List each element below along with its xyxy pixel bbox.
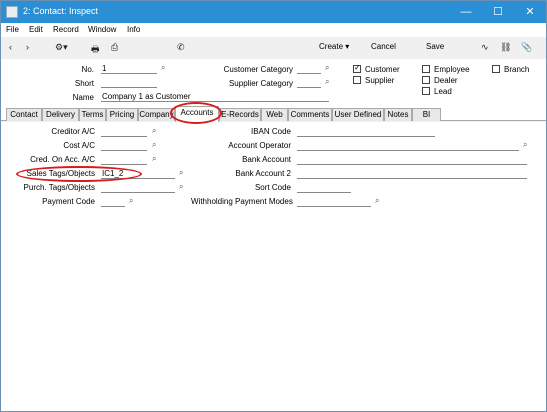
paste-special-icon[interactable]: ⌕ — [523, 140, 527, 150]
purch-tags-label: Purch. Tags/Objects — [23, 183, 95, 192]
menu-edit[interactable]: Edit — [29, 25, 43, 34]
lead-checkbox[interactable] — [422, 87, 430, 95]
checkmark-icon: ✓ — [354, 63, 361, 72]
minimize-button[interactable]: — — [450, 1, 482, 23]
supplier-category-field[interactable] — [297, 78, 321, 88]
paste-special-icon[interactable]: ⌕ — [179, 168, 183, 178]
employee-checkbox[interactable] — [422, 65, 430, 73]
short-field[interactable] — [101, 78, 157, 88]
menu-info[interactable]: Info — [127, 25, 140, 34]
account-operator-field[interactable] — [297, 141, 519, 151]
customer-category-label: Customer Category — [223, 65, 293, 74]
tab-web[interactable]: Web — [261, 108, 288, 121]
paste-special-icon[interactable]: ⌕ — [152, 140, 156, 150]
tab-terms[interactable]: Terms — [79, 108, 106, 121]
link-icon[interactable]: ⛓ — [500, 42, 511, 53]
customer-checkbox-label: Customer — [365, 65, 400, 74]
withholding-payment-modes-label: Withholding Payment Modes — [191, 197, 293, 206]
tab-bar: Contact Delivery Terms Pricing Company A… — [1, 105, 546, 122]
close-button[interactable]: ✕ — [514, 1, 546, 23]
contact-inspect-window: 2: Contact: Inspect — ☐ ✕ File Edit Reco… — [0, 0, 547, 412]
no-label: No. — [81, 65, 94, 74]
account-operator-label: Account Operator — [228, 141, 291, 150]
employee-checkbox-label: Employee — [434, 65, 470, 74]
paste-special-icon[interactable]: ⌕ — [161, 63, 165, 73]
toolbar: ‹ › ⚙▾ 🖶 ⎙ ✆ Create ▾ Cancel Save ∿ ⛓ 📎 — [1, 37, 546, 59]
branch-checkbox-label: Branch — [504, 65, 530, 74]
app-icon — [6, 6, 18, 18]
menu-file[interactable]: File — [6, 25, 19, 34]
short-label: Short — [74, 79, 94, 88]
tab-bi[interactable]: BI — [412, 108, 441, 121]
save-button[interactable]: Save — [426, 42, 444, 51]
paste-special-icon[interactable]: ⌕ — [325, 63, 329, 73]
paste-special-icon[interactable]: ⌕ — [129, 196, 133, 206]
paste-special-icon[interactable]: ⌕ — [325, 77, 329, 87]
supplier-checkbox[interactable] — [353, 76, 361, 84]
sort-code-field[interactable] — [297, 183, 351, 193]
bank-account-label: Bank Account — [242, 155, 291, 164]
next-record-icon[interactable]: › — [26, 42, 29, 52]
print-icon[interactable]: 🖶 — [91, 42, 100, 58]
accounts-tab-highlight — [170, 102, 222, 124]
creditor-ac-field[interactable] — [101, 127, 147, 137]
cancel-button[interactable]: Cancel — [371, 42, 396, 51]
phone-icon[interactable]: ✆ — [177, 42, 185, 53]
name-label: Name — [72, 93, 94, 102]
creditor-ac-label: Creditor A/C — [51, 127, 95, 136]
activity-icon[interactable]: ∿ — [481, 42, 489, 53]
attachment-icon[interactable]: 📎 — [521, 42, 532, 53]
tab-contact[interactable]: Contact — [6, 108, 42, 121]
bank-account-2-field[interactable] — [297, 169, 527, 179]
paste-special-icon[interactable]: ⌕ — [375, 196, 379, 206]
previous-record-icon[interactable]: ‹ — [9, 42, 12, 52]
cred-on-acc-field[interactable] — [101, 155, 147, 165]
customer-category-field[interactable] — [297, 64, 321, 74]
cred-on-acc-label: Cred. On Acc. A/C — [30, 155, 95, 164]
supplier-category-label: Supplier Category — [228, 79, 293, 88]
payment-code-label: Payment Code — [42, 197, 95, 206]
tab-user-defined[interactable]: User Defined — [332, 108, 384, 121]
paste-special-icon[interactable]: ⌕ — [152, 126, 156, 136]
menu-window[interactable]: Window — [88, 25, 116, 34]
dealer-checkbox[interactable] — [422, 76, 430, 84]
gear-icon[interactable]: ⚙▾ — [55, 42, 68, 53]
lead-checkbox-label: Lead — [434, 87, 452, 96]
record-header: No. 1 ⌕ Short Name Company 1 as Customer… — [1, 59, 546, 105]
no-field[interactable]: 1 — [101, 64, 157, 74]
payment-code-field[interactable] — [101, 197, 125, 207]
menu-record[interactable]: Record — [53, 25, 79, 34]
branch-checkbox[interactable] — [492, 65, 500, 73]
customer-checkbox[interactable]: ✓ — [353, 63, 361, 73]
window-title: 2: Contact: Inspect — [23, 6, 99, 16]
print-preview-icon[interactable]: ⎙ — [111, 42, 118, 53]
tab-notes[interactable]: Notes — [384, 108, 412, 121]
name-field[interactable]: Company 1 as Customer — [101, 92, 329, 102]
supplier-checkbox-label: Supplier — [365, 76, 395, 85]
dealer-checkbox-label: Dealer — [434, 76, 458, 85]
cost-ac-label: Cost A/C — [63, 141, 95, 150]
cost-ac-field[interactable] — [101, 141, 147, 151]
purch-tags-field[interactable] — [101, 183, 175, 193]
iban-code-label: IBAN Code — [250, 127, 291, 136]
paste-special-icon[interactable]: ⌕ — [152, 154, 156, 164]
menu-bar: File Edit Record Window Info — [1, 23, 546, 37]
iban-code-field[interactable] — [297, 127, 435, 137]
tab-comments[interactable]: Comments — [288, 108, 332, 121]
sales-tags-highlight — [16, 166, 142, 182]
bank-account-2-label: Bank Account 2 — [235, 169, 291, 178]
create-button[interactable]: Create ▾ — [319, 42, 349, 51]
tab-delivery[interactable]: Delivery — [42, 108, 79, 121]
title-bar: 2: Contact: Inspect — ☐ ✕ — [1, 1, 546, 23]
withholding-payment-modes-field[interactable] — [297, 197, 371, 207]
bank-account-field[interactable] — [297, 155, 527, 165]
maximize-button[interactable]: ☐ — [482, 1, 514, 23]
sort-code-label: Sort Code — [254, 183, 291, 192]
tab-pricing[interactable]: Pricing — [106, 108, 138, 121]
paste-special-icon[interactable]: ⌕ — [179, 182, 183, 192]
tab-e-records[interactable]: E-Records — [219, 108, 261, 121]
